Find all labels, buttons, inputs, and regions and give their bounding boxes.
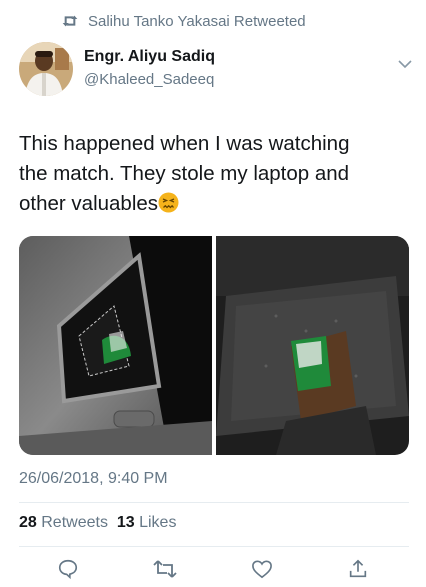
- avatar[interactable]: [19, 42, 73, 96]
- tweet-media[interactable]: [19, 236, 409, 455]
- tweet-text-line-content: other valuables: [19, 192, 159, 215]
- retweets-stat[interactable]: 28 Retweets: [19, 514, 108, 531]
- tweet-text: This happened when I was watching the ma…: [19, 129, 409, 219]
- tweet-text-line: other valuables: [19, 189, 409, 219]
- retweet-notice-text: Salihu Tanko Yakasai Retweeted: [88, 12, 306, 30]
- retweets-label: Retweets: [41, 514, 108, 531]
- author-handle[interactable]: @Khaleed_Sadeeq: [84, 71, 214, 88]
- retweet-icon[interactable]: [152, 556, 178, 582]
- car-window-broken-photo[interactable]: [19, 236, 212, 455]
- reply-icon[interactable]: [55, 556, 81, 582]
- engagement-stats: 28 Retweets 13 Likes: [19, 514, 176, 532]
- share-icon[interactable]: [345, 556, 371, 582]
- retweets-count: 28: [19, 514, 37, 531]
- tweet-actions: [0, 556, 426, 582]
- divider: [19, 546, 409, 547]
- divider: [19, 502, 409, 503]
- confounded-face-emoji: [158, 192, 179, 213]
- likes-stat[interactable]: 13 Likes: [117, 514, 177, 531]
- retweet-notice[interactable]: Salihu Tanko Yakasai Retweeted: [62, 10, 306, 32]
- chevron-down-icon[interactable]: [398, 56, 412, 74]
- likes-count: 13: [116, 514, 135, 531]
- tweet-timestamp[interactable]: 26/06/2018, 9:40 PM: [19, 470, 168, 488]
- retweet-small-icon: [62, 15, 78, 27]
- tweet-text-line: This happened when I was watching: [19, 132, 350, 155]
- tweet-text-line: the match. They stole my laptop and: [19, 162, 350, 185]
- author-name[interactable]: Engr. Aliyu Sadiq: [84, 48, 215, 66]
- likes-label: Likes: [139, 514, 177, 531]
- car-seat-glass-photo[interactable]: [216, 236, 409, 455]
- like-icon[interactable]: [249, 556, 275, 582]
